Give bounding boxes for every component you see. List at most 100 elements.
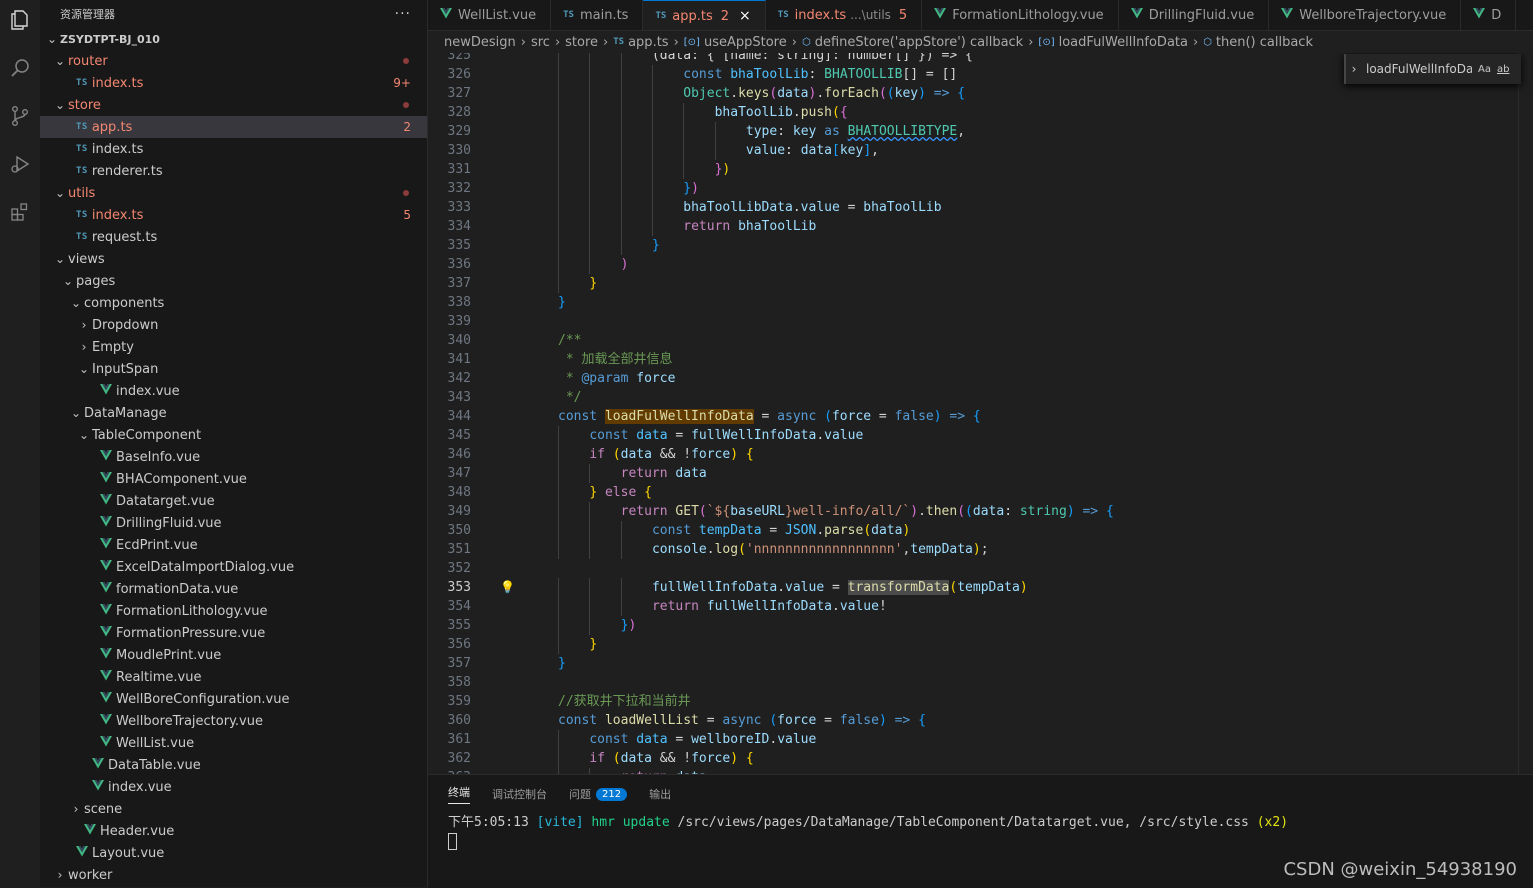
tree-folder[interactable]: ⌄ store (40, 94, 427, 116)
chevron-right-icon[interactable]: › (76, 340, 92, 354)
chevron-down-icon[interactable]: ⌄ (52, 98, 68, 112)
tree-file[interactable]: DataTable.vue (40, 754, 427, 776)
editor-tab[interactable]: WellList.vue (428, 0, 552, 30)
tree-file[interactable]: ExcelDataImportDialog.vue (40, 556, 427, 578)
chevron-right-icon[interactable]: › (1346, 62, 1362, 76)
editor-tab[interactable]: TS main.ts (551, 0, 644, 30)
tree-file[interactable]: EcdPrint.vue (40, 534, 427, 556)
more-actions-icon[interactable]: ··· (395, 6, 411, 22)
panel-tab[interactable]: 调试控制台 (492, 786, 547, 802)
tree-file[interactable]: Realtime.vue (40, 666, 427, 688)
tree-file[interactable]: formationData.vue (40, 578, 427, 600)
editor-tab[interactable]: TS app.ts 2 × (643, 0, 766, 30)
tree-folder[interactable]: › Dropdown (40, 314, 427, 336)
breadcrumb-item[interactable]: src (531, 35, 550, 50)
tree-folder[interactable]: › worker (40, 864, 427, 886)
breadcrumb-item[interactable]: newDesign (444, 35, 516, 50)
tree-folder[interactable]: ⌄ router (40, 50, 427, 72)
breadcrumb-item[interactable]: app.ts (628, 35, 668, 50)
tree-file[interactable]: Layout.vue (40, 842, 427, 864)
panel-tab[interactable]: 输出 (649, 786, 671, 802)
code-token: ) (972, 542, 981, 557)
tree-file[interactable]: TS index.ts 5 (40, 204, 427, 226)
chevron-right-icon[interactable]: › (76, 318, 92, 332)
tree-file[interactable]: index.vue (40, 380, 427, 402)
run-debug-icon[interactable] (0, 144, 40, 184)
tree-file[interactable]: WellList.vue (40, 732, 427, 754)
chevron-down-icon[interactable]: ⌄ (68, 406, 84, 420)
chevron-right-icon[interactable]: › (68, 802, 84, 816)
chevron-down-icon[interactable]: ⌄ (44, 32, 60, 46)
tree-folder[interactable]: ⌄ views (40, 248, 427, 270)
tree-file[interactable]: FormationLithology.vue (40, 600, 427, 622)
tree-folder[interactable]: ⌄ DataManage (40, 402, 427, 424)
code-token: string (1019, 504, 1067, 519)
tree-file[interactable]: WellboreTrajectory.vue (40, 710, 427, 732)
match-word-toggle[interactable]: ab (1497, 64, 1509, 75)
tree-file[interactable]: BaseInfo.vue (40, 446, 427, 468)
extensions-icon[interactable] (0, 192, 40, 232)
lightbulb-icon[interactable]: 💡 (500, 578, 515, 597)
tree-folder[interactable]: ⌄ InputSpan (40, 358, 427, 380)
tree-folder[interactable]: ⌄ pages (40, 270, 427, 292)
code-token: if (589, 751, 613, 766)
breadcrumb-item[interactable]: loadFulWellInfoData (1059, 35, 1188, 50)
tree-file[interactable]: Header.vue (40, 820, 427, 842)
indent-guide (558, 160, 559, 179)
tree-file[interactable]: TS request.ts (40, 226, 427, 248)
editor-tab[interactable]: FormationLithology.vue (922, 0, 1119, 30)
editor-tab[interactable]: DrillingFluid.vue (1118, 0, 1270, 30)
tree-file[interactable]: MoudlePrint.vue (40, 644, 427, 666)
tree-file[interactable]: TS index.ts 9+ (40, 72, 427, 94)
chevron-down-icon[interactable]: ⌄ (76, 362, 92, 376)
chevron-down-icon[interactable]: ⌄ (52, 54, 68, 68)
method-symbol-icon: ⬡ (801, 36, 811, 48)
workspace-root[interactable]: ⌄ ZSYDTPT-BJ_010 (40, 28, 427, 50)
search-icon[interactable] (0, 48, 40, 88)
line-number: 342 (447, 371, 471, 386)
editor-tab[interactable]: TS index.ts ...\utils 5 (765, 0, 923, 30)
editor-scrollbar[interactable] (1518, 53, 1533, 774)
line-number: 335 (447, 238, 471, 253)
line-number: 358 (447, 675, 471, 690)
breadcrumb-item[interactable]: defineStore('appStore') callback (815, 35, 1024, 50)
breadcrumb-item[interactable]: useAppStore (704, 35, 787, 50)
tree-file[interactable]: TS app.ts 2 (40, 116, 427, 138)
breadcrumb-item[interactable]: then() callback (1216, 35, 1313, 50)
source-control-icon[interactable] (0, 96, 40, 136)
tree-file[interactable]: WellBoreConfiguration.vue (40, 688, 427, 710)
chevron-right-icon[interactable]: › (52, 868, 68, 882)
match-case-toggle[interactable]: Aa (1478, 64, 1491, 75)
tree-folder[interactable]: › scene (40, 798, 427, 820)
chevron-down-icon[interactable]: ⌄ (76, 428, 92, 442)
editor-tab[interactable]: WellboreTrajectory.vue (1269, 0, 1462, 30)
code-editor[interactable]: 325 (data: { [name: string]: number[] }) … (428, 53, 1533, 774)
explorer-icon[interactable] (0, 0, 40, 40)
tree-file[interactable]: TS renderer.ts (40, 160, 427, 182)
tree-file[interactable]: index.vue (40, 776, 427, 798)
tree-folder[interactable]: ⌄ TableComponent (40, 424, 427, 446)
editor-tab[interactable]: D (1461, 0, 1517, 30)
code-line: 349 return GET(`${baseURL}well-info/all/`… (428, 502, 1533, 521)
tree-folder[interactable]: › Empty (40, 336, 427, 358)
close-icon[interactable]: × (739, 8, 751, 24)
chevron-down-icon[interactable]: ⌄ (68, 296, 84, 310)
tree-file[interactable]: Datatarget.vue (40, 490, 427, 512)
panel-tab[interactable]: 问题 212 (569, 786, 628, 802)
breadcrumb-item[interactable]: store (565, 35, 598, 50)
chevron-down-icon[interactable]: ⌄ (60, 274, 76, 288)
line-number: 362 (447, 751, 471, 766)
find-input[interactable]: loadFulWellInfoDa (1366, 62, 1472, 76)
line-number: 360 (447, 713, 471, 728)
tree-file[interactable]: TS index.ts (40, 138, 427, 160)
tree-folder[interactable]: ⌄ utils (40, 182, 427, 204)
chevron-down-icon[interactable]: ⌄ (52, 186, 68, 200)
panel-tab[interactable]: 终端 (448, 784, 470, 804)
tree-file[interactable]: DrillingFluid.vue (40, 512, 427, 534)
tree-file[interactable]: FormationPressure.vue (40, 622, 427, 644)
chevron-down-icon[interactable]: ⌄ (52, 252, 68, 266)
code-token: ( (886, 86, 895, 101)
terminal[interactable]: 下午5:05:13 [vite] hmr update /src/views/p… (428, 813, 1533, 851)
tree-folder[interactable]: ⌄ components (40, 292, 427, 314)
tree-file[interactable]: BHAComponent.vue (40, 468, 427, 490)
